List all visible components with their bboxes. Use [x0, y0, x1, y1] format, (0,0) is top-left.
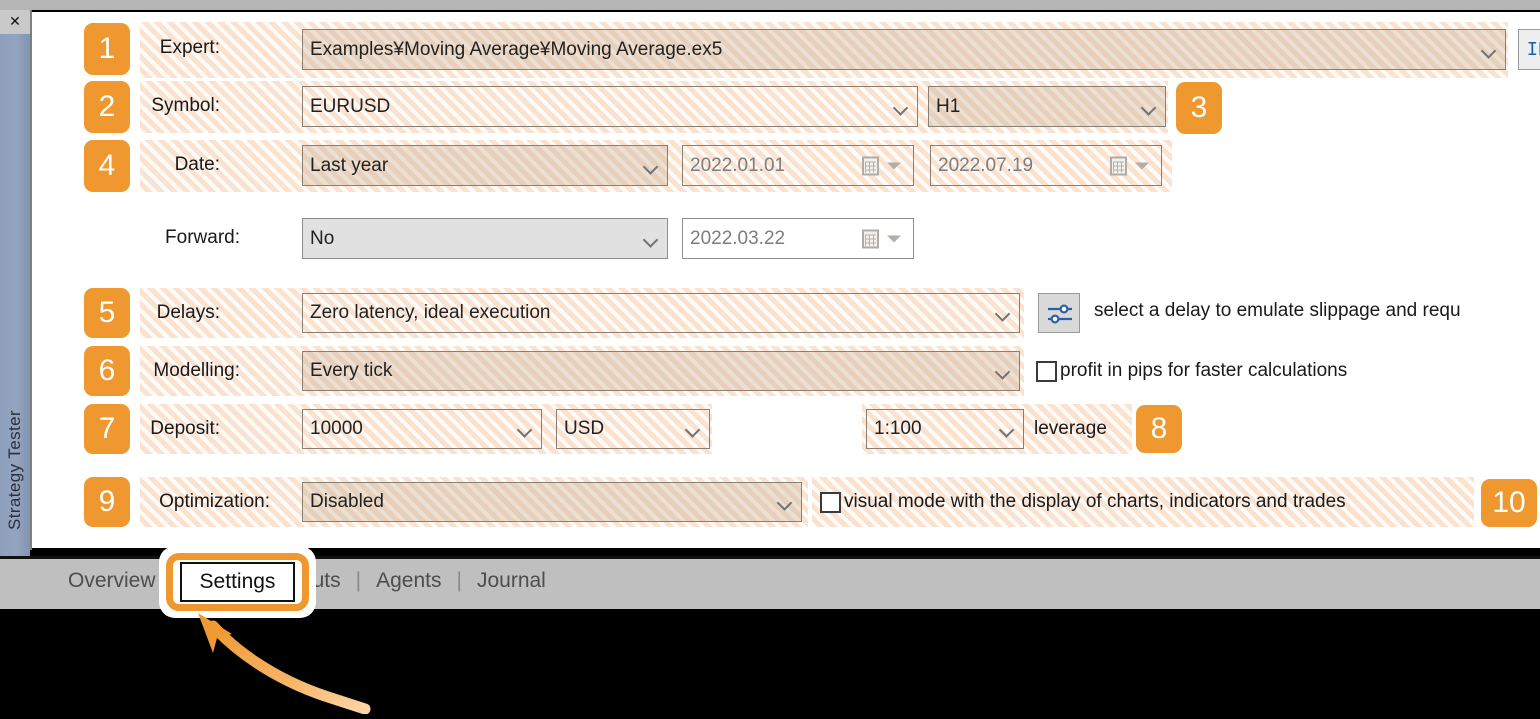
symbol-value: EURUSD: [310, 95, 391, 117]
symbol-label: Symbol:: [151, 95, 220, 116]
forward-value: No: [310, 227, 335, 249]
leverage-value: 1:100: [874, 418, 922, 439]
badge-8: 8: [1136, 405, 1182, 453]
window-top-bar: [0, 0, 1540, 10]
chevron-down-icon: [887, 162, 901, 169]
symbol-combobox[interactable]: EURUSD: [302, 86, 918, 127]
chevron-down-icon: [1135, 162, 1149, 169]
chevron-down-icon: [779, 498, 793, 507]
tab-overview[interactable]: Overview: [55, 569, 169, 593]
tab-separator: |: [456, 569, 462, 592]
visual-mode-checkbox-row[interactable]: visual mode with the display of charts, …: [820, 491, 1346, 513]
chevron-down-icon: [895, 102, 909, 111]
forward-combobox[interactable]: No: [302, 218, 668, 259]
date-label: Date:: [174, 154, 220, 175]
timeframe-combobox[interactable]: H1: [928, 86, 1166, 127]
badge-7: 7: [84, 404, 130, 454]
badge-5: 5: [84, 288, 130, 338]
deposit-combobox[interactable]: 10000: [302, 409, 542, 449]
badge-4: 4: [84, 140, 130, 192]
tab-journal[interactable]: Journal: [464, 569, 559, 593]
profit-in-pips-label: profit in pips for faster calculations: [1060, 360, 1348, 381]
callout-arrow: [180, 608, 440, 715]
chevron-down-icon: [645, 234, 659, 243]
date-to-value: 2022.07.19: [938, 154, 1034, 176]
badge-9: 9: [84, 477, 130, 527]
badge-2: 2: [84, 81, 130, 133]
profit-in-pips-checkbox-row[interactable]: profit in pips for faster calculations: [1036, 360, 1347, 382]
chevron-down-icon: [997, 309, 1011, 318]
currency-combobox[interactable]: USD: [556, 409, 710, 449]
calendar-icon: [1110, 156, 1127, 175]
panel-left-edge: [30, 10, 32, 550]
modelling-label: Modelling:: [153, 360, 240, 381]
profit-in-pips-checkbox[interactable]: [1036, 360, 1057, 382]
optimization-label: Optimization:: [159, 491, 270, 512]
sidebar-title: Strategy Tester: [5, 409, 24, 531]
chevron-down-icon: [519, 425, 533, 434]
date-to-field[interactable]: 2022.07.19: [930, 145, 1162, 186]
chevron-down-icon: [687, 425, 701, 434]
expert-value: Examples¥Moving Average¥Moving Average.e…: [310, 38, 723, 60]
chevron-down-icon: [997, 367, 1011, 376]
badge-6: 6: [84, 346, 130, 396]
date-from-value: 2022.01.01: [690, 154, 786, 176]
delay-settings-button[interactable]: [1038, 293, 1080, 333]
chevron-down-icon: [645, 161, 659, 170]
calendar-icon: [862, 229, 879, 248]
tab-agents[interactable]: Agents: [363, 569, 454, 593]
delays-hint-text: select a delay to emulate slippage and r…: [1094, 300, 1461, 321]
visual-mode-label: visual mode with the display of charts, …: [844, 491, 1346, 512]
badge-1: 1: [84, 23, 130, 75]
strategy-tester-sidebar: Strategy Tester: [0, 10, 30, 605]
visual-mode-checkbox[interactable]: [820, 491, 841, 513]
chevron-down-icon: [1143, 102, 1157, 111]
tab-settings[interactable]: Settings: [180, 562, 295, 602]
chevron-down-icon: [887, 235, 901, 242]
chevron-down-icon: [1001, 425, 1015, 434]
forward-label: Forward:: [165, 227, 240, 248]
delays-value: Zero latency, ideal execution: [310, 302, 551, 323]
leverage-label: leverage: [1034, 418, 1107, 439]
badge-3: 3: [1176, 82, 1222, 134]
deposit-value: 10000: [310, 418, 363, 439]
chevron-down-icon: [1483, 45, 1497, 54]
currency-value: USD: [564, 418, 605, 439]
optimization-value: Disabled: [310, 491, 384, 512]
modelling-value: Every tick: [310, 360, 393, 381]
calendar-icon: [862, 156, 879, 175]
deposit-label: Deposit:: [150, 418, 220, 439]
expert-combobox[interactable]: Examples¥Moving Average¥Moving Average.e…: [302, 29, 1506, 70]
expert-label: Expert:: [159, 37, 220, 58]
tab-separator: |: [355, 569, 362, 592]
close-icon[interactable]: ✕: [0, 10, 30, 34]
badge-10: 10: [1481, 479, 1537, 527]
date-range-value: Last year: [310, 154, 389, 176]
date-range-combobox[interactable]: Last year: [302, 145, 668, 186]
leverage-combobox[interactable]: 1:100: [866, 409, 1024, 449]
strategy-tester-window: Strategy Tester ✕ 1 Expert: Examples¥Mov…: [0, 0, 1540, 715]
expert-id-button[interactable]: ID: [1518, 29, 1540, 70]
timeframe-value: H1: [936, 95, 961, 117]
delays-label: Delays:: [156, 302, 220, 323]
date-from-field[interactable]: 2022.01.01: [682, 145, 914, 186]
forward-date-field[interactable]: 2022.03.22: [682, 218, 914, 259]
optimization-combobox[interactable]: Disabled: [302, 482, 802, 522]
forward-date-value: 2022.03.22: [690, 227, 786, 249]
modelling-combobox[interactable]: Every tick: [302, 351, 1020, 391]
delays-combobox[interactable]: Zero latency, ideal execution: [302, 293, 1020, 333]
